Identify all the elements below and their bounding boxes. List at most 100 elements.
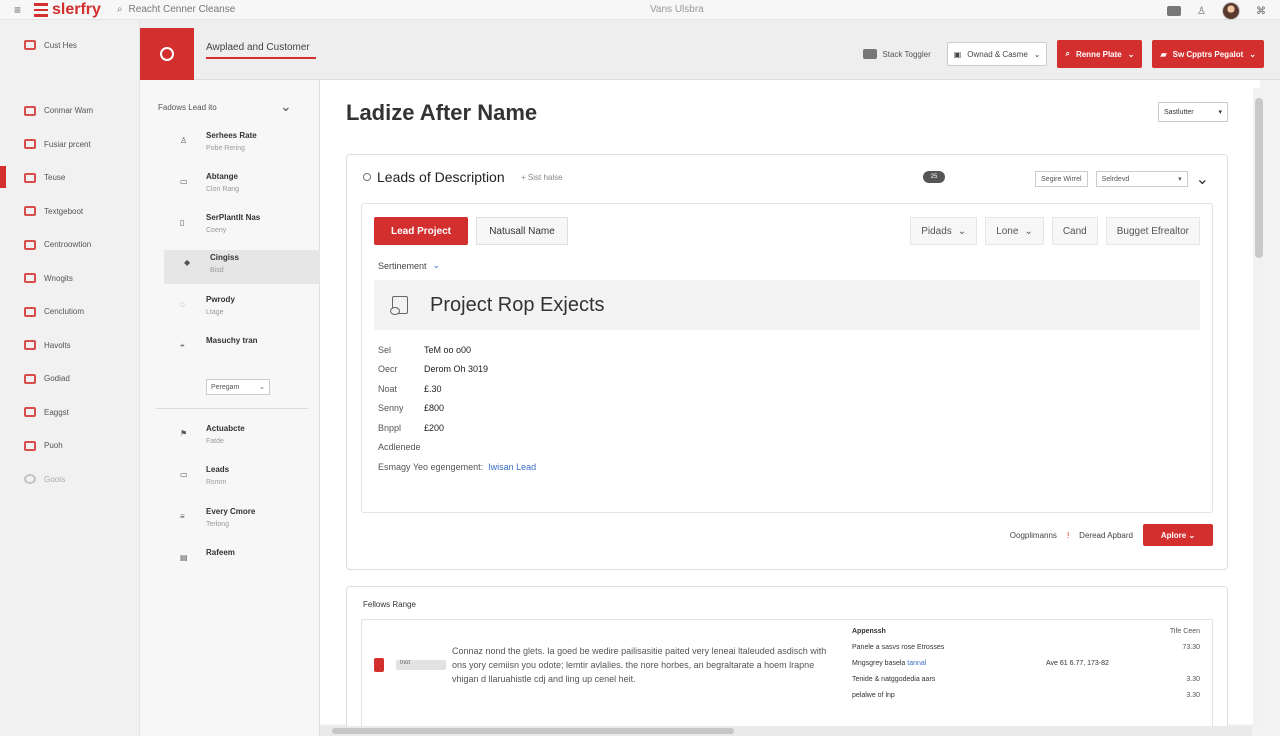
card-title: Leads of Description bbox=[363, 169, 505, 185]
vertical-scroll-thumb[interactable] bbox=[1255, 98, 1263, 258]
subnav-item[interactable]: ▤ Rafeem bbox=[160, 545, 300, 579]
radio-icon bbox=[363, 173, 371, 181]
sentiment-selector[interactable]: Sertinement ⌄ bbox=[378, 260, 440, 271]
amount-value: Ave 61 6.77, 173-82 bbox=[1046, 660, 1109, 667]
globe-icon bbox=[24, 373, 36, 384]
subnav-sublabel: Pobe Rering bbox=[206, 145, 245, 152]
detail-label: Oecr bbox=[378, 364, 398, 375]
stack-toggle-button[interactable]: Stack Toggler bbox=[857, 44, 936, 64]
card-title-label: Leads of Description bbox=[377, 169, 505, 185]
lead-project-button[interactable]: Lead Project bbox=[374, 217, 468, 245]
subnav-item[interactable]: ≡ Every Cmore Terlong bbox=[160, 504, 300, 538]
nav-item-globe[interactable]: Godiad bbox=[24, 362, 93, 396]
vertical-scrollbar[interactable] bbox=[1253, 88, 1265, 728]
range-description: Connaz nond the glets. Ia goed be wedire… bbox=[452, 646, 827, 684]
nav-item-mail[interactable]: Wnogits bbox=[24, 262, 93, 296]
nav-item-card[interactable]: Puoh bbox=[24, 429, 93, 463]
time-value: 73.30 bbox=[1182, 644, 1200, 651]
app-badge[interactable] bbox=[140, 28, 194, 80]
subnav-select[interactable]: Peregam ⌄ bbox=[206, 379, 270, 395]
owner-icon: ▣ bbox=[953, 49, 962, 59]
document-icon bbox=[24, 206, 36, 217]
range-panel: tnot Connaz nond the glets. Ia goed be w… bbox=[361, 619, 1213, 729]
pin-icon: ⌖ bbox=[180, 341, 185, 350]
approach-list: Appenssh Panele a sasvs rose Etrosses Mn… bbox=[852, 628, 1012, 708]
nav-item-team[interactable]: Teuse bbox=[0, 161, 93, 195]
window-title: Vans Ulsbra bbox=[650, 4, 704, 15]
lane-dropdown[interactable]: Lone ⌄ bbox=[985, 217, 1044, 245]
detail-value: £.30 bbox=[424, 383, 442, 394]
nav-item-user[interactable]: Centroowtion bbox=[24, 228, 93, 262]
collapse-chevron-icon[interactable]: ⌄ bbox=[280, 98, 292, 115]
horizontal-scrollbar[interactable] bbox=[320, 726, 1252, 736]
card-select[interactable]: Selrdevd ▾ bbox=[1095, 171, 1188, 187]
nav-item-customer[interactable]: Conmar Wam bbox=[24, 94, 93, 128]
detail-value: £200 bbox=[424, 422, 445, 433]
card-search-input[interactable]: Segire Wirrel bbox=[1035, 171, 1088, 187]
engagement-link[interactable]: Iwisan Lead bbox=[488, 462, 536, 472]
footer-link[interactable]: Deread Apbard bbox=[1079, 531, 1133, 540]
nav-label: Eaggst bbox=[44, 407, 69, 417]
engagement-row: Esmagy Yeo egengement: Iwisan Lead bbox=[378, 457, 536, 477]
secondary-action-button[interactable]: ▰ Sw Cpptrs Pegalot ⌄ bbox=[1152, 40, 1264, 68]
page-title: Ladize After Name bbox=[346, 100, 538, 125]
range-marker-icon[interactable] bbox=[374, 658, 384, 672]
sort-text: Sist halse bbox=[527, 173, 563, 182]
update-button[interactable]: Aplore ⌄ bbox=[1143, 524, 1213, 546]
subnav-item[interactable]: ◌ Pwrody Ltage bbox=[160, 292, 300, 326]
team-icon bbox=[24, 172, 36, 183]
nav-item-folder[interactable]: Cenclutiom bbox=[24, 295, 93, 329]
nav-item-document[interactable]: Textgeboot bbox=[24, 195, 93, 229]
detail-row: Senny £800 bbox=[378, 399, 536, 419]
nav-top-item[interactable]: Cust Hes bbox=[24, 40, 77, 50]
sentiment-label: Sertinement bbox=[378, 260, 427, 271]
subnav-item[interactable]: ♙ Serhees Rate Pobe Rering bbox=[160, 128, 300, 162]
page-filter-dropdown[interactable]: Sastlutter ▾ bbox=[1158, 102, 1228, 122]
card-button[interactable]: Cand bbox=[1051, 217, 1098, 245]
nav-label: Puoh bbox=[44, 441, 63, 451]
subnav-item[interactable]: ⌖ Masuchy tran bbox=[160, 333, 300, 367]
primary-action-button[interactable]: ⌕ Renne Plate ⌄ bbox=[1057, 40, 1143, 68]
chevron-down-icon: ▾ bbox=[1178, 176, 1182, 183]
nav-item-calendar[interactable]: Eaggst bbox=[24, 396, 93, 430]
nav-item-chat[interactable]: Havolts bbox=[24, 329, 93, 363]
subnav-item[interactable]: ▭ Abtange Clon Rang bbox=[160, 169, 300, 203]
subnav-item[interactable]: ⚑ Actuabcte Fatde bbox=[160, 421, 300, 455]
more-chevron-icon[interactable]: ⌄ bbox=[1196, 169, 1209, 189]
update-label: Aplore bbox=[1160, 530, 1187, 540]
detail-label: Acdlenede bbox=[378, 442, 421, 453]
chevron-down-icon: ⌄ bbox=[1249, 49, 1256, 59]
subnav-item[interactable]: ▭ Leads Rsmm bbox=[160, 462, 300, 496]
projects-dropdown[interactable]: Pidads ⌄ bbox=[910, 217, 978, 245]
horizontal-scroll-thumb[interactable] bbox=[332, 728, 734, 734]
folder-icon bbox=[24, 306, 36, 317]
natural-name-button[interactable]: Natusall Name bbox=[476, 217, 568, 245]
notification-icon[interactable]: ♙ bbox=[1197, 6, 1206, 17]
engagement-label: Esmagy Yeo egengement: bbox=[378, 461, 484, 472]
range-title: Fellows Range bbox=[363, 600, 416, 609]
close-icon[interactable]: ⌘ bbox=[1256, 6, 1266, 17]
shield-icon: ◆ bbox=[184, 258, 191, 267]
subnav-label: Every Cmore bbox=[206, 507, 256, 516]
nav-item-product[interactable]: Fusiar prcent bbox=[24, 128, 93, 162]
sort-label[interactable]: + Sist halse bbox=[521, 173, 563, 182]
lead-toolbar: Lead Project Natusall Name Pidads ⌄ Lone ⌄… bbox=[374, 216, 1200, 246]
owner-dropdown[interactable]: ▣ Ownad & Casme ⌄ bbox=[946, 42, 1048, 66]
chevron-down-icon: ⌄ bbox=[1033, 49, 1041, 59]
brand-logo[interactable]: slerfry bbox=[34, 1, 101, 19]
subnav-label: Abtange bbox=[206, 172, 238, 181]
budget-estimator-button[interactable]: Bugget Efrealtor bbox=[1105, 217, 1200, 245]
detail-label: Noat bbox=[378, 383, 398, 394]
subnav-sublabel: Clon Rang bbox=[206, 186, 240, 193]
subnav-item[interactable]: ▯ SerPlantlt Nas Coeny bbox=[160, 210, 300, 244]
approach-link[interactable]: tannal bbox=[907, 660, 926, 667]
top-search[interactable]: ⌕ Reacht Cenner Cleanse bbox=[117, 4, 235, 15]
calendar-icon bbox=[24, 407, 36, 418]
count-badge[interactable]: 25 bbox=[923, 171, 945, 183]
screen-icon[interactable] bbox=[1167, 6, 1182, 16]
subnav-item-active[interactable]: ◆ Cingiss Bisd bbox=[164, 250, 320, 284]
avatar[interactable] bbox=[1222, 2, 1240, 20]
menu-icon[interactable]: ≡ bbox=[14, 3, 28, 17]
secondary-label: Sw Cpptrs Pegalot bbox=[1172, 49, 1244, 59]
owner-label: Ownad & Casme bbox=[967, 49, 1028, 59]
